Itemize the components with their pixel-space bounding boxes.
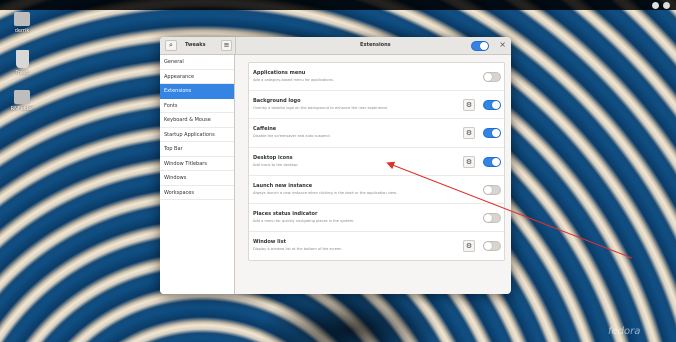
extension-toggle-launch-new-instance[interactable]	[483, 184, 501, 195]
desktop-icon-label: RNFolder	[10, 106, 34, 112]
app-title: Tweaks	[185, 42, 206, 48]
extension-row-caffeine: Caffeine Disable the screensaver and aut…	[249, 119, 504, 148]
tweaks-window: ⌕ Tweaks ≡ Extensions × General Appearan…	[160, 37, 511, 294]
extension-description: Add a category-based menu for applicatio…	[253, 78, 334, 82]
header-bar: ⌕ Tweaks ≡ Extensions ×	[160, 37, 511, 55]
system-tray[interactable]	[652, 0, 670, 10]
desktop-icon-trash[interactable]: Trash	[2, 50, 42, 76]
desktop-icon-home[interactable]: derrik	[2, 12, 42, 34]
extension-description: Overlay a tasteful logo on the backgroun…	[253, 106, 388, 111]
network-icon[interactable]	[652, 1, 659, 9]
extension-toggle-applications-menu[interactable]	[483, 72, 501, 82]
extension-description: Add icons to the desktop	[253, 162, 298, 167]
power-icon[interactable]	[663, 1, 670, 9]
extension-row-background-logo: Background logo Overlay a tasteful logo …	[249, 91, 504, 120]
extension-name: Launch new instance	[253, 182, 313, 189]
extension-toggle-caffeine[interactable]	[483, 128, 501, 139]
search-icon: ⌕	[169, 41, 173, 49]
extension-name: Background logo	[253, 98, 301, 105]
extension-settings-button[interactable]: ⚙	[463, 127, 475, 140]
gear-icon: ⚙	[465, 101, 473, 110]
gear-icon: ⚙	[465, 129, 473, 138]
extension-toggle-background-logo[interactable]	[483, 100, 501, 111]
desktop-icon-folder[interactable]: RNFolder	[2, 90, 42, 112]
extension-row-launch-new-instance: Launch new instance Always launch a new …	[249, 176, 504, 204]
sidebar-item-extensions[interactable]: Extensions	[160, 84, 234, 99]
extension-description: Always launch a new instance when clicki…	[253, 190, 397, 195]
sidebar-item-general[interactable]: General	[160, 55, 234, 70]
extension-settings-button[interactable]: ⚙	[463, 155, 475, 168]
sidebar-item-startup-applications[interactable]: Startup Applications	[160, 128, 234, 142]
gear-icon: ⚙	[465, 157, 473, 166]
sidebar-item-appearance[interactable]: Appearance	[160, 70, 234, 84]
close-button[interactable]: ×	[499, 40, 506, 50]
extensions-master-toggle[interactable]	[471, 41, 489, 51]
extension-description: Disable the screensaver and auto suspend	[253, 134, 330, 139]
sidebar-item-fonts[interactable]: Fonts	[160, 99, 234, 113]
extension-name: Caffeine	[253, 126, 277, 133]
header-separator	[235, 37, 236, 55]
extension-description: Add a menu for quickly navigating places…	[253, 218, 355, 223]
extension-toggle-desktop-icons[interactable]	[483, 156, 501, 167]
distro-watermark: fedora	[608, 326, 641, 337]
extension-name: Places status indicator	[253, 210, 318, 217]
extension-description: Display a window list at the bottom of t…	[253, 247, 343, 252]
sidebar-item-workspaces[interactable]: Workspaces	[160, 186, 234, 200]
extension-settings-button[interactable]: ⚙	[463, 240, 475, 253]
sidebar-item-keyboard-mouse[interactable]: Keyboard & Mouse	[160, 113, 234, 128]
sidebar-item-top-bar[interactable]: Top Bar	[160, 142, 234, 157]
page-title: Extensions	[360, 42, 391, 48]
home-folder-icon	[14, 12, 30, 26]
extension-toggle-places-status-indicator[interactable]	[483, 212, 501, 223]
desktop-icon-label: Trash	[15, 70, 29, 76]
extension-row-applications-menu: Applications menu Add a category-based m…	[249, 63, 504, 92]
top-bar	[0, 0, 676, 10]
extension-name: Desktop icons	[253, 154, 293, 161]
extension-name: Window list	[253, 239, 286, 246]
extension-row-desktop-icons: Desktop icons Add icons to the desktop ⚙	[249, 148, 504, 176]
sidebar-item-window-titlebars[interactable]: Window Titlebars	[160, 157, 234, 171]
hamburger-menu-icon: ≡	[223, 41, 230, 49]
sidebar-item-windows[interactable]: Windows	[160, 171, 234, 186]
trash-icon	[15, 50, 29, 68]
desktop-icon-label: derrik	[14, 28, 30, 34]
folder-icon	[14, 90, 30, 104]
extension-row-places-status-indicator: Places status indicator Add a menu for q…	[249, 204, 504, 233]
extension-row-window-list: Window list Display a window list at the…	[249, 232, 504, 260]
extension-name: Applications menu	[253, 70, 306, 76]
extensions-content: Applications menu Add a category-based m…	[236, 55, 511, 294]
extension-settings-button[interactable]: ⚙	[463, 99, 475, 112]
extension-toggle-window-list[interactable]	[483, 241, 501, 252]
gear-icon: ⚙	[465, 242, 473, 251]
search-button[interactable]: ⌕	[165, 40, 177, 51]
sidebar: General Appearance Extensions Fonts Keyb…	[160, 55, 235, 294]
menu-button[interactable]: ≡	[221, 40, 232, 51]
extensions-list: Applications menu Add a category-based m…	[248, 62, 505, 262]
